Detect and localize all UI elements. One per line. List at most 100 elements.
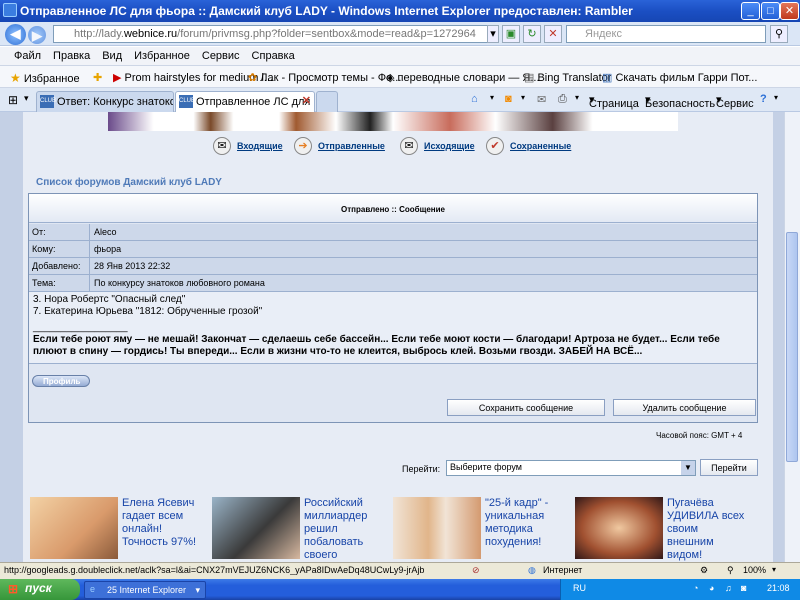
protected-mode-icon[interactable]: ⚙ <box>700 565 708 576</box>
ad-image[interactable] <box>212 497 300 559</box>
message-line: 7. Екатерина Юрьева "1812: Обрученные гр… <box>33 306 263 317</box>
ad-image[interactable] <box>393 497 481 559</box>
ad-text[interactable]: Елена Ясевич гадает всем онлайн! Точност… <box>122 497 202 549</box>
start-label: пуск <box>25 581 52 595</box>
print-dropdown-icon[interactable]: ▾ <box>575 93 579 102</box>
tab-konkurs[interactable]: CLUB Ответ: Конкурс знатоков л... <box>36 91 174 112</box>
fav-link-label: Bing Translator <box>537 72 612 84</box>
field-date: Добавлено: 28 Янв 2013 22:32 <box>29 258 757 275</box>
search-input[interactable]: Яндекс <box>566 25 766 43</box>
tab-list-icon[interactable]: ▾ <box>24 93 29 104</box>
profile-button[interactable]: Профиль <box>32 375 90 387</box>
ad-text[interactable]: "25-й кадр" - уникальная методика похуде… <box>485 497 565 549</box>
language-indicator[interactable]: RU <box>573 583 586 593</box>
tray-icon[interactable]: ◕ <box>709 583 714 593</box>
volume-icon[interactable]: ♫ <box>725 583 732 593</box>
help-icon[interactable]: ? <box>760 93 767 105</box>
ad-block[interactable]: "25-й кадр" - уникальная методика похуде… <box>393 497 563 559</box>
forum-select[interactable]: Выберите форум ▼ <box>446 460 696 476</box>
help-dropdown-icon[interactable]: ▾ <box>774 93 778 102</box>
network-icon[interactable]: ◙ <box>741 583 746 593</box>
ad-image[interactable] <box>575 497 663 559</box>
field-label: От: <box>32 227 46 237</box>
message-panel: Отправлено :: Сообщение От: Aleco Кому: фь… <box>28 193 758 423</box>
ad-text[interactable]: Пугачёва УДИВИЛА всех своим внешним видо… <box>667 497 747 562</box>
ie-app-icon <box>3 3 17 17</box>
fav-link-lak[interactable]: ✿ Лак - Просмотр темы - Фо... <box>248 71 401 84</box>
youtube-icon: ▶ <box>113 72 122 84</box>
tab-label: Ответ: Конкурс знатоков л... <box>57 96 173 108</box>
back-button[interactable]: ◀ <box>5 24 26 45</box>
ad-image[interactable] <box>30 497 118 559</box>
refresh-icon[interactable]: ↻ <box>523 25 541 43</box>
zoom-level[interactable]: 100% <box>743 565 766 575</box>
menu-file[interactable]: Файл <box>0 47 47 62</box>
address-dropdown-icon[interactable]: ▾ <box>487 25 499 43</box>
forum-select-value: Выберите форум <box>450 462 522 472</box>
saved-icon: ✔ <box>486 137 504 155</box>
security-menu[interactable]: Безопасность ▾ <box>645 93 715 110</box>
pm-nav-label[interactable]: Сохраненные <box>510 141 571 151</box>
security-icon: ⊘ <box>472 565 480 575</box>
taskbar-ie-group[interactable]: e 25 Internet Explorer ▾ <box>84 581 206 599</box>
ad-text[interactable]: Российский миллиардер решил побаловать с… <box>304 497 384 562</box>
field-value: 28 Янв 2013 22:32 <box>89 258 757 274</box>
zoom-dropdown-icon[interactable]: ▾ <box>772 565 776 574</box>
page-menu[interactable]: Страница ▾ <box>589 93 639 110</box>
start-button[interactable]: ⊞ пуск <box>0 579 80 600</box>
feeds-dropdown-icon[interactable]: ▾ <box>521 93 525 102</box>
ad-block[interactable]: Пугачёва УДИВИЛА всех своим внешним видо… <box>575 497 747 562</box>
feeds-icon[interactable]: ◙ <box>505 93 512 105</box>
add-favorite-icon[interactable]: ✚ <box>93 71 102 84</box>
clock[interactable]: 21:08 <box>767 583 790 593</box>
maximize-button[interactable]: □ <box>761 2 780 20</box>
new-tab-button[interactable] <box>316 91 338 112</box>
jump-go-button[interactable]: Перейти <box>700 459 758 476</box>
pm-outbox-link[interactable]: ✉ Исходящие <box>400 137 475 155</box>
search-icon[interactable]: ⚲ <box>770 25 788 43</box>
menu-tools[interactable]: Сервис <box>196 47 246 62</box>
print-icon[interactable]: ⎙ <box>558 93 567 106</box>
field-label: Добавлено: <box>32 261 81 271</box>
menu-view[interactable]: Вид <box>96 47 128 62</box>
tab-sent-pm[interactable]: CLUB Отправленное ЛС для ... ✕ <box>175 91 315 112</box>
fav-link-dictionaries[interactable]: ◈ переводные словари — Я... <box>386 71 540 84</box>
tray-icon[interactable]: ◔ <box>693 583 698 593</box>
compat-view-icon[interactable]: ▣ <box>502 25 520 43</box>
tab-close-icon[interactable]: ✕ <box>302 94 311 107</box>
scrollbar-thumb[interactable] <box>786 232 798 462</box>
pm-nav-label[interactable]: Исходящие <box>424 141 475 151</box>
forum-index-link[interactable]: Список форумов Дамский клуб LADY <box>36 177 222 188</box>
menu-help[interactable]: Справка <box>246 47 301 62</box>
ad-block[interactable]: Российский миллиардер решил побаловать с… <box>212 497 384 562</box>
menu-bar: Файл Правка Вид Избранное Сервис Справка <box>0 47 800 66</box>
tools-menu[interactable]: Сервис ▾ <box>716 93 754 110</box>
address-input[interactable]: http://lady.webnice.ru/forum/privmsg.php… <box>53 25 498 43</box>
stop-icon[interactable]: ✕ <box>544 25 562 43</box>
fav-link-bing[interactable]: ▤ Bing Translator <box>524 71 611 84</box>
menu-favorites[interactable]: Избранное <box>128 47 196 62</box>
top-banner-image[interactable] <box>108 112 678 131</box>
pm-saved-link[interactable]: ✔ Сохраненные <box>486 137 571 155</box>
save-message-button[interactable]: Сохранить сообщение <box>447 399 605 416</box>
forward-button[interactable]: ▶ <box>28 26 46 44</box>
mail-icon[interactable]: ✉ <box>537 93 546 106</box>
field-value: Aleco <box>89 224 757 240</box>
close-button[interactable]: ✕ <box>780 2 799 20</box>
home-icon[interactable]: ⌂ <box>471 93 478 105</box>
menu-edit[interactable]: Правка <box>47 47 96 62</box>
page-icon: ▥ <box>602 72 613 84</box>
delete-message-button[interactable]: Удалить сообщение <box>613 399 756 416</box>
pm-nav-label[interactable]: Входящие <box>237 141 283 151</box>
minimize-button[interactable]: _ <box>741 2 760 20</box>
page-menu-label: Страница <box>589 98 639 110</box>
quick-tabs-icon[interactable]: ⊞ <box>8 93 18 107</box>
fav-link-movie[interactable]: ▥ Скачать фильм Гарри Пот... <box>602 71 757 84</box>
pm-sent-link[interactable]: ➔ Отправленные <box>294 137 385 155</box>
ad-block[interactable]: Елена Ясевич гадает всем онлайн! Точност… <box>30 497 200 559</box>
pm-nav-label[interactable]: Отправленные <box>318 141 385 151</box>
home-dropdown-icon[interactable]: ▾ <box>490 93 494 102</box>
pm-inbox-link[interactable]: ✉ Входящие <box>213 137 283 155</box>
favorites-button[interactable]: ★ Избранное <box>10 71 80 85</box>
dictionary-icon: ◈ <box>386 72 395 84</box>
